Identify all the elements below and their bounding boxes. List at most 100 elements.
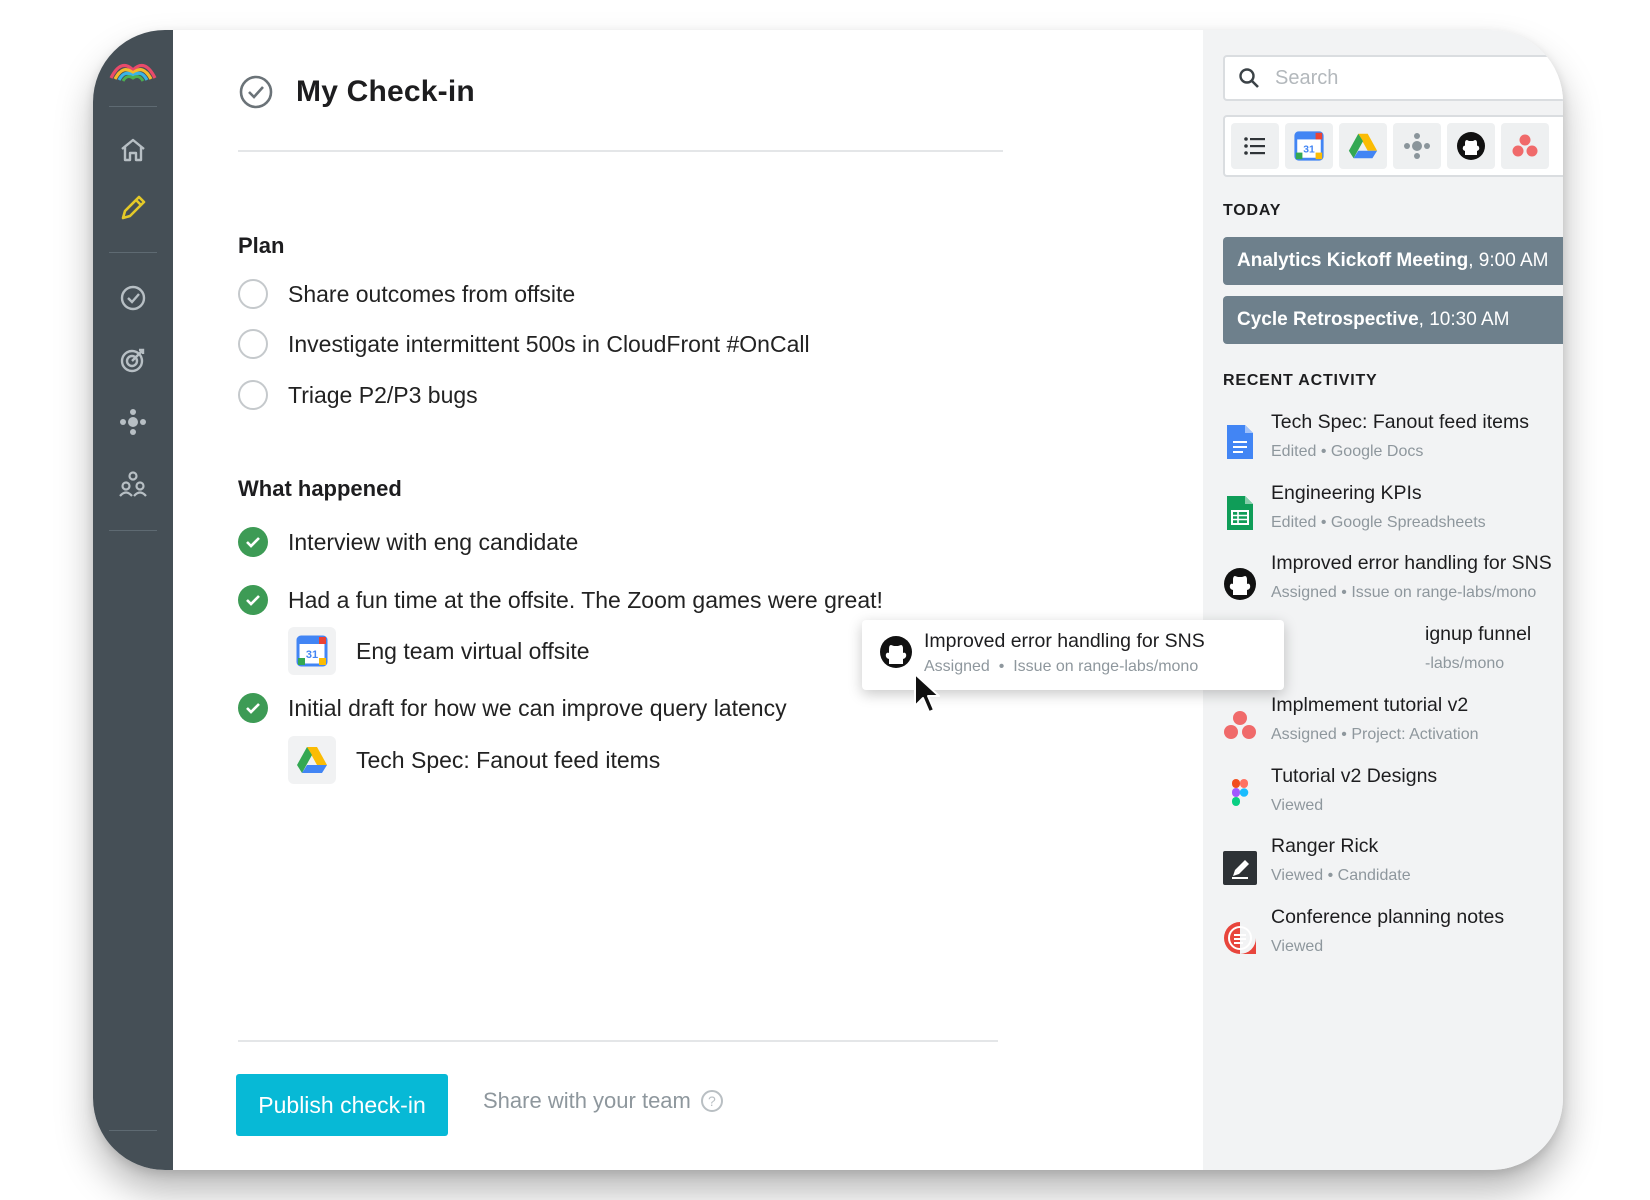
- happened-item[interactable]: Had a fun time at the offsite. The Zoom …: [238, 585, 883, 615]
- attachment-calendar[interactable]: 31 Eng team virtual offsite: [288, 627, 590, 675]
- check-circle-icon: [239, 75, 273, 109]
- activity-item[interactable]: Tech Spec: Fanout feed items Edited • Go…: [1223, 411, 1563, 473]
- activity-title[interactable]: Implmement tutorial v2: [1271, 694, 1468, 717]
- rail-divider: [109, 106, 157, 107]
- share-with-team[interactable]: Share with your team ?: [483, 1088, 723, 1114]
- search-box[interactable]: [1223, 55, 1563, 101]
- asana-icon[interactable]: [1501, 123, 1549, 169]
- greenhouse-icon: [1223, 847, 1257, 885]
- task-label[interactable]: Initial draft for how we can improve que…: [288, 695, 787, 722]
- integration-filter-bar: 31: [1223, 115, 1563, 177]
- activity-title[interactable]: Engineering KPIs: [1271, 482, 1422, 505]
- divider: [238, 150, 1003, 152]
- divider: [238, 1040, 998, 1042]
- quip-icon: [1223, 918, 1257, 956]
- activity-item[interactable]: Conference planning notes Viewed: [1223, 906, 1563, 968]
- activity-meta: Edited • Google Docs: [1271, 443, 1424, 460]
- activity-title[interactable]: ignup funnel: [1425, 623, 1531, 646]
- activity-title[interactable]: Conference planning notes: [1271, 906, 1504, 929]
- search-icon: [1239, 68, 1259, 88]
- sidebar-rail: [93, 30, 173, 1170]
- checkbox-checked[interactable]: [238, 585, 268, 615]
- checkbox-empty[interactable]: [238, 380, 268, 410]
- svg-text:31: 31: [1303, 145, 1315, 156]
- app-window: My Check-in Plan Share outcomes from off…: [93, 30, 1563, 1170]
- card-meta: Assigned • Issue on range-labs/mono: [924, 658, 1198, 676]
- checkbox-empty[interactable]: [238, 279, 268, 309]
- check-circle-icon[interactable]: [115, 280, 151, 316]
- target-icon[interactable]: [115, 342, 151, 378]
- activity-item[interactable]: Ranger Rick Viewed • Candidate: [1223, 835, 1563, 897]
- activity-meta: Edited • Google Spreadsheets: [1271, 514, 1486, 531]
- page-title: My Check-in: [296, 75, 475, 108]
- calendar-event[interactable]: Cycle Retrospective, 10:30 AM: [1223, 296, 1563, 344]
- activity-meta: -labs/mono: [1425, 655, 1505, 672]
- task-label[interactable]: Investigate intermittent 500s in CloudFr…: [288, 331, 810, 358]
- team-hub-icon[interactable]: [1393, 123, 1441, 169]
- svg-text:31: 31: [306, 649, 318, 661]
- right-panel: 31 TODAY Analytics Kickoff Meeting, 9:00…: [1203, 30, 1563, 1170]
- checkbox-checked[interactable]: [238, 693, 268, 723]
- activity-meta: Assigned • Project: Activation: [1271, 726, 1479, 743]
- rail-divider: [109, 252, 157, 253]
- home-icon[interactable]: [115, 132, 151, 168]
- today-heading: TODAY: [1223, 202, 1282, 219]
- google-sheets-icon: [1223, 494, 1257, 532]
- list-icon[interactable]: [1231, 123, 1279, 169]
- activity-item[interactable]: Implmement tutorial v2 Assigned • Projec…: [1223, 694, 1563, 756]
- task-label[interactable]: Interview with eng candidate: [288, 529, 578, 556]
- people-icon[interactable]: [115, 466, 151, 502]
- google-calendar-icon[interactable]: 31: [1285, 123, 1333, 169]
- plan-item[interactable]: Triage P2/P3 bugs: [238, 380, 478, 410]
- google-calendar-icon: 31: [288, 627, 336, 675]
- activity-meta: Viewed • Candidate: [1271, 867, 1411, 884]
- attachment-label[interactable]: Eng team virtual offsite: [356, 638, 590, 665]
- task-label[interactable]: Triage P2/P3 bugs: [288, 382, 478, 409]
- activity-item[interactable]: Engineering KPIs Edited • Google Spreads…: [1223, 482, 1563, 544]
- logo-rainbow-icon[interactable]: [107, 52, 159, 86]
- mouse-pointer-icon: [914, 673, 940, 713]
- google-drive-icon[interactable]: [1339, 123, 1387, 169]
- event-time: , 10:30 AM: [1418, 309, 1510, 330]
- help-icon[interactable]: ?: [700, 1090, 723, 1112]
- share-label[interactable]: Share with your team: [483, 1088, 691, 1114]
- activity-item[interactable]: Improved error handling for SNS Assigned…: [1223, 552, 1563, 614]
- plan-item[interactable]: Share outcomes from offsite: [238, 279, 575, 309]
- activity-meta: Assigned • Issue on range-labs/mono: [1271, 584, 1537, 601]
- activity-meta: Viewed: [1271, 797, 1324, 814]
- github-icon: [1223, 564, 1257, 602]
- checkbox-checked[interactable]: [238, 527, 268, 557]
- publish-checkin-button[interactable]: Publish check-in: [236, 1074, 448, 1136]
- asana-icon: [1223, 706, 1257, 744]
- activity-title[interactable]: Tutorial v2 Designs: [1271, 765, 1437, 788]
- github-icon[interactable]: [1447, 123, 1495, 169]
- activity-item[interactable]: Tutorial v2 Designs Viewed: [1223, 765, 1563, 827]
- checkbox-empty[interactable]: [238, 329, 268, 359]
- recent-activity-heading: RECENT ACTIVITY: [1223, 372, 1378, 389]
- happened-item[interactable]: Initial draft for how we can improve que…: [238, 693, 787, 723]
- task-label[interactable]: Had a fun time at the offsite. The Zoom …: [288, 587, 883, 614]
- activity-meta: Viewed: [1271, 938, 1324, 955]
- rail-divider: [109, 1130, 157, 1131]
- calendar-event[interactable]: Analytics Kickoff Meeting, 9:00 AM: [1223, 237, 1563, 285]
- plan-heading: Plan: [238, 233, 285, 258]
- what-happened-heading: What happened: [238, 476, 402, 501]
- task-label[interactable]: Share outcomes from offsite: [288, 281, 575, 308]
- search-input[interactable]: [1275, 66, 1563, 90]
- activity-title[interactable]: Tech Spec: Fanout feed items: [1271, 411, 1529, 434]
- pencil-icon[interactable]: [115, 190, 151, 226]
- team-hub-icon[interactable]: [115, 404, 151, 440]
- card-title: Improved error handling for SNS: [924, 630, 1205, 652]
- event-name: Cycle Retrospective: [1237, 309, 1419, 330]
- activity-title[interactable]: Ranger Rick: [1271, 835, 1378, 858]
- attachment-drive[interactable]: Tech Spec: Fanout feed items: [288, 736, 660, 784]
- rail-divider: [109, 530, 157, 531]
- plan-item[interactable]: Investigate intermittent 500s in CloudFr…: [238, 329, 810, 359]
- event-time: , 9:00 AM: [1468, 250, 1549, 271]
- attachment-label[interactable]: Tech Spec: Fanout feed items: [356, 747, 660, 774]
- activity-title[interactable]: Improved error handling for SNS: [1271, 552, 1552, 575]
- figma-icon: [1223, 777, 1257, 815]
- card-meta-detail: Issue on range-labs/mono: [1013, 658, 1199, 675]
- event-name: Analytics Kickoff Meeting: [1237, 250, 1469, 271]
- happened-item[interactable]: Interview with eng candidate: [238, 527, 578, 557]
